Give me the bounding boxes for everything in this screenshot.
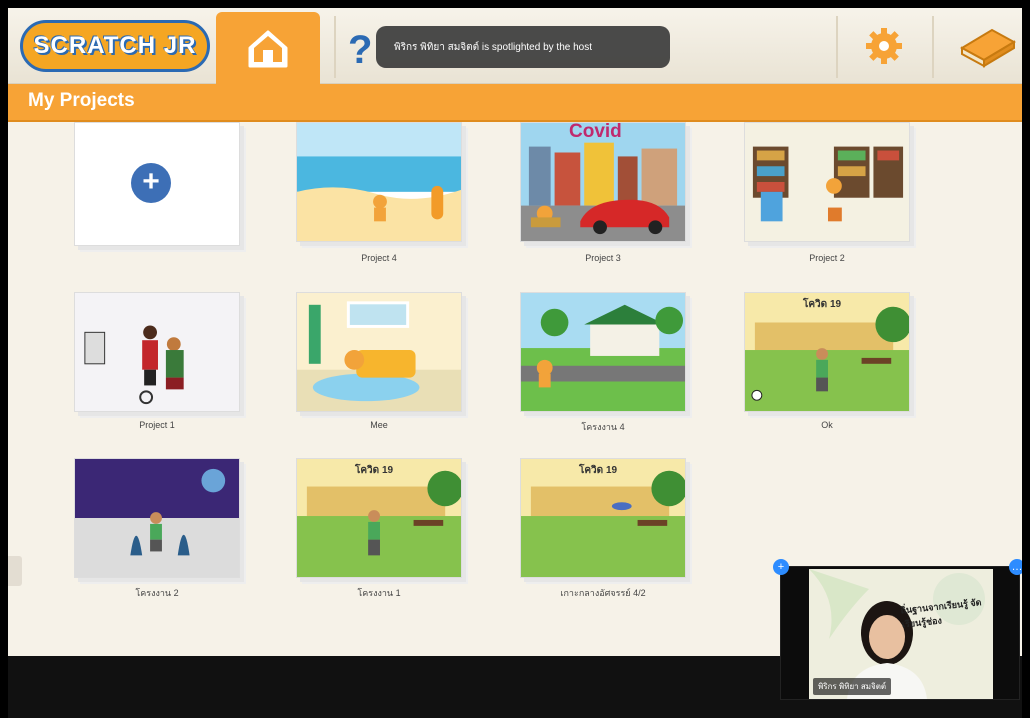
project-thumbnail: [521, 293, 685, 411]
project-card[interactable]: โควิด 19: [520, 458, 686, 578]
project-label: เกาะกลางอัศจรรย์ 4/2: [560, 588, 646, 598]
project-card[interactable]: [296, 122, 462, 242]
project-card[interactable]: [74, 292, 240, 412]
title-bar: My Projects: [8, 84, 1022, 122]
project-label: Project 2: [809, 253, 845, 263]
spotlight-notification: พิริกร พิทิยา สมจิตต์ is spotlighted by …: [376, 26, 670, 68]
project-card[interactable]: [520, 292, 686, 412]
home-icon: [248, 30, 288, 68]
project-card[interactable]: โควิด 19: [744, 292, 910, 412]
book-icon[interactable]: [958, 24, 1018, 70]
project-thumbnail: [297, 123, 461, 241]
project-label: Project 1: [139, 420, 175, 430]
more-options-icon[interactable]: …: [1009, 559, 1022, 575]
scratchjr-app: SCRATCH JR ? พิริกร พิทิยา สมจิตต์ is sp…: [8, 8, 1022, 718]
project-label: โครงงาน 2: [135, 588, 179, 598]
thumbnail-text: โควิด 19: [355, 465, 394, 476]
project-thumbnail: [75, 459, 239, 577]
project-thumbnail: [745, 123, 909, 241]
thumbnail-text: โควิด 19: [803, 299, 842, 310]
project-label: Project 3: [585, 253, 621, 263]
plus-icon: +: [131, 163, 171, 203]
project-card[interactable]: Covid: [520, 121, 686, 242]
project-label: โครงงาน 4: [581, 422, 625, 432]
thumbnail-text: Covid: [569, 121, 622, 142]
project-label: Project 4: [361, 253, 397, 263]
project-thumbnail: [75, 293, 239, 411]
top-toolbar: SCRATCH JR ? พิริกร พิทิยา สมจิตต์ is sp…: [8, 8, 1022, 84]
home-button[interactable]: [216, 12, 320, 84]
toolbar-divider: [334, 16, 336, 78]
participant-name: พิริกร พิทิยา สมจิตต์: [813, 678, 892, 695]
page-title: My Projects: [28, 90, 135, 111]
thumbnail-text: โควิด 19: [579, 465, 618, 476]
gear-icon[interactable]: [864, 26, 904, 66]
toolbar-divider: [932, 16, 934, 78]
project-card[interactable]: โควิด 19: [296, 458, 462, 578]
project-label: Ok: [821, 420, 833, 430]
side-scroll-handle[interactable]: [8, 556, 22, 586]
project-card[interactable]: [744, 122, 910, 242]
toolbar-divider: [836, 16, 838, 78]
spotlight-video-tile[interactable]: ถิ่นฐานจากเรียนรู้ จัดเรียนรู้ช่อง พิริก…: [773, 559, 1022, 700]
project-card[interactable]: [74, 458, 240, 578]
project-thumbnail: [297, 293, 461, 411]
project-label: โครงงาน 1: [357, 588, 401, 598]
notification-text: พิริกร พิทิยา สมจิตต์ is spotlighted by …: [394, 41, 592, 53]
scratchjr-logo[interactable]: SCRATCH JR: [20, 20, 210, 72]
logo-text: SCRATCH JR: [33, 32, 197, 59]
project-label: Mee: [370, 420, 388, 430]
project-card[interactable]: [296, 292, 462, 412]
pin-icon[interactable]: +: [773, 559, 789, 575]
new-project-button[interactable]: +: [74, 122, 240, 246]
video-frame: ถิ่นฐานจากเรียนรู้ จัดเรียนรู้ช่อง พิริก…: [809, 569, 993, 699]
question-icon: ?: [348, 28, 373, 72]
